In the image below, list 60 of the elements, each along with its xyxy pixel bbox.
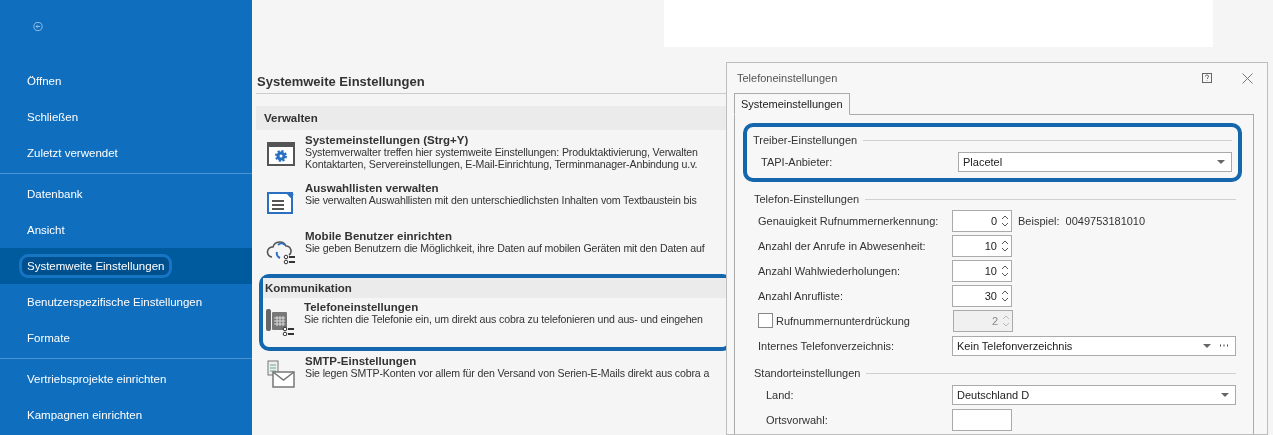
- help-icon[interactable]: [1202, 73, 1212, 83]
- dropdown-field[interactable]: Kein Telefonverzeichnis: [952, 335, 1236, 356]
- group-title: Treiber-Einstellungen: [753, 134, 858, 146]
- sidebar-item[interactable]: Datenbank: [0, 176, 252, 212]
- number-field[interactable]: 30: [952, 284, 1012, 307]
- number-field[interactable]: 10: [952, 259, 1012, 282]
- dropdown-caret-icon[interactable]: [1203, 343, 1211, 348]
- dropdown-field[interactable]: Placetel: [958, 151, 1232, 172]
- dropdown-caret-icon[interactable]: [1221, 392, 1229, 397]
- setting-title[interactable]: Auswahllisten verwalten: [305, 182, 697, 194]
- page-title: Systemweite Einstellungen: [256, 74, 726, 94]
- group-title: Standorteinstellungen: [754, 367, 861, 379]
- section-header: Kommunikation: [263, 278, 726, 298]
- setting-title[interactable]: SMTP-Einstellungen: [305, 355, 710, 367]
- field-label: Anzahl der Anrufe in Abwesenheit:: [758, 239, 927, 252]
- spin-arrows-icon[interactable]: [1001, 288, 1009, 303]
- sidebar-item[interactable]: Schließen: [0, 99, 252, 135]
- setting-title[interactable]: Telefoneinstellungen: [304, 301, 703, 313]
- tab[interactable]: Systemeinstellungen: [734, 93, 850, 115]
- close-icon[interactable]: [1242, 72, 1253, 84]
- sidebar-item[interactable]: Systemweite Einstellungen: [0, 248, 252, 284]
- number-field[interactable]: 0: [952, 209, 1012, 232]
- window-gear-icon: [266, 139, 296, 169]
- spin-arrows-icon[interactable]: [1001, 238, 1009, 253]
- example-number: 0049753181010: [1065, 214, 1146, 227]
- field-label: TAPI-Anbieter:: [761, 155, 834, 168]
- dropdown-caret-icon[interactable]: [1217, 159, 1225, 164]
- phone-icon: [265, 306, 295, 336]
- field-label: Land:: [766, 388, 795, 401]
- sidebar-item[interactable]: Ansicht: [0, 212, 252, 248]
- field-label: Ortsvorwahl:: [766, 413, 829, 426]
- input-field[interactable]: [952, 408, 1012, 431]
- setting-description: Systemverwalter treffen hier systemweite Einstellungen: Produktaktivierung, Verwalten: [305, 146, 698, 158]
- setting-description: Sie richten die Telefonie ein, um direkt aus cobra zu telefonieren und aus- und eingehen: [304, 313, 703, 325]
- sidebar-item[interactable]: Vertriebsprojekte einrichten: [0, 361, 252, 397]
- field-label: Anzahl Wahlwiederholungen:: [758, 264, 902, 277]
- spin-arrows-icon[interactable]: [1001, 263, 1009, 278]
- sidebar-item[interactable]: Öffnen: [0, 63, 252, 99]
- sidebar-item[interactable]: Zuletzt verwendet: [0, 135, 252, 171]
- field-label: Anzahl Anrufliste:: [758, 289, 844, 302]
- number-field[interactable]: 10: [952, 234, 1012, 257]
- more-icon[interactable]: [1219, 344, 1229, 347]
- example-label: Beispiel:: [1018, 214, 1060, 227]
- group-title: Telefon-Einstellungen: [754, 193, 860, 205]
- dialog-title: Telefoneinstellungen: [737, 72, 839, 84]
- sidebar-item[interactable]: Benutzerspezifische Einstellungen: [0, 284, 252, 320]
- envelope-icon: [266, 360, 296, 390]
- setting-title[interactable]: Systemeinstellungen (Strg+Y): [305, 134, 698, 146]
- setting-description: Kontaktarten, Servereinstellungen, E-Mail-Einrichtung, Terminmanager-Anbindung u.v.: [305, 158, 698, 170]
- sidebar-item[interactable]: Kampagnen einrichten: [0, 397, 252, 433]
- setting-title[interactable]: Mobile Benutzer einrichten: [305, 230, 705, 242]
- setting-description: Sie verwalten Auswahllisten mit den unterschiedlichsten Inhalten vom Textbaustein bis: [305, 194, 697, 206]
- section-header: Verwalten: [256, 106, 726, 130]
- setting-description: Sie legen SMTP-Konten vor allem für den Versand von Serien-E-Mails direkt aus cobra a: [305, 367, 710, 379]
- field-label: Internes Telefonverzeichnis:: [758, 339, 896, 352]
- sidebar-item[interactable]: Formate: [0, 320, 252, 356]
- dropdown-field[interactable]: Deutschland D: [952, 384, 1236, 405]
- spin-arrows-icon[interactable]: [1001, 213, 1009, 228]
- setting-description: Sie geben Benutzern die Möglichkeit, ihre Daten auf mobilen Geräten mit den Daten auf: [305, 242, 705, 254]
- field-label: Genauigkeit Rufnummernerkennung:: [758, 214, 940, 227]
